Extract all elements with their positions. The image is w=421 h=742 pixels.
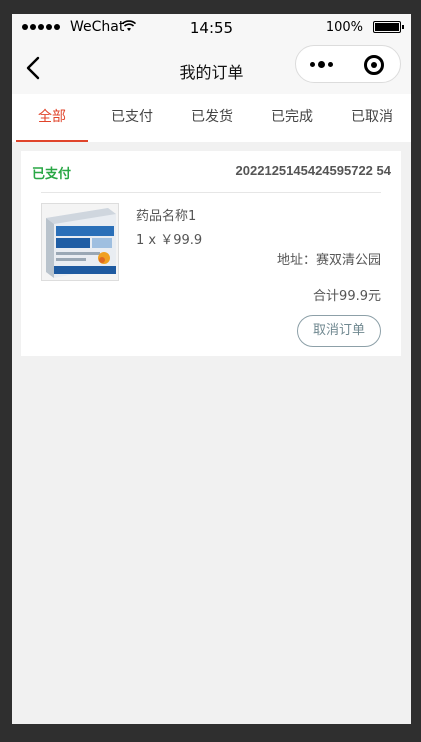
close-mini-program-icon[interactable] bbox=[364, 55, 384, 75]
order-number: 2022125145424595722 54 bbox=[235, 163, 391, 178]
battery-percent: 100% bbox=[325, 20, 363, 35]
navigation-bar: 我的订单 bbox=[12, 42, 411, 94]
medicine-box-icon bbox=[42, 204, 118, 280]
tab-completed[interactable]: 已完成 bbox=[252, 94, 332, 142]
product-price: 1 x ￥99.9 bbox=[136, 233, 203, 248]
more-menu-icon[interactable] bbox=[310, 59, 338, 69]
tab-paid[interactable]: 已支付 bbox=[92, 94, 172, 142]
address-value: 赛双清公园 bbox=[315, 253, 381, 268]
tab-cancelled[interactable]: 已取消 bbox=[332, 94, 411, 142]
mini-program-capsule bbox=[295, 45, 401, 83]
tab-all[interactable]: 全部 bbox=[12, 94, 92, 142]
product-name: 药品名称1 bbox=[136, 209, 197, 224]
tab-shipped[interactable]: 已发货 bbox=[172, 94, 252, 142]
delivery-address: 地址：赛双清公园 bbox=[277, 249, 381, 268]
phone-screen: WeChat 14:55 100% 我的订单 全部 已支付 已发货 已完成 已取… bbox=[12, 14, 411, 724]
address-label: 地址： bbox=[276, 253, 316, 268]
order-status-tabs: 全部 已支付 已发货 已完成 已取消 bbox=[12, 94, 411, 142]
order-status-badge: 已支付 bbox=[32, 167, 72, 182]
order-total: 合计99.9元 bbox=[313, 289, 381, 304]
divider bbox=[41, 192, 381, 193]
order-card[interactable]: 已支付 2022125145424595722 54 药品名称1 1 x ￥99… bbox=[21, 151, 401, 356]
status-bar: WeChat 14:55 100% bbox=[12, 14, 411, 42]
battery-icon bbox=[373, 21, 404, 33]
product-image[interactable] bbox=[41, 203, 119, 281]
cancel-order-button[interactable]: 取消订单 bbox=[297, 315, 381, 347]
